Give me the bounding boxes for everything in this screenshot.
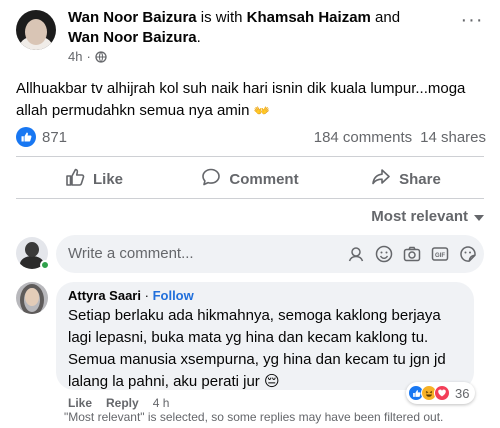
post-time-link[interactable]: 4h [68,49,82,64]
comment-label: Comment [229,170,299,188]
reactions-summary: 871 184 comments 14 shares [16,126,486,148]
comment-icon [201,167,221,191]
divider [16,156,484,157]
emoji-icon[interactable] [374,244,394,264]
comment-reactions[interactable]: 36 [406,382,476,404]
reaction-count[interactable]: 871 [42,129,67,146]
like-reaction-icon[interactable] [16,127,36,147]
comment-input[interactable]: Write a comment... GIF [56,235,484,273]
comment-actions: Like Reply 4 h [68,396,169,410]
globe-icon [95,50,107,63]
avatar-sticker-icon[interactable] [346,244,366,264]
post-actions: Like Comment Share [16,162,484,196]
tagged-user-link-2[interactable]: Wan Noor Baizura [68,29,197,46]
divider [16,198,484,199]
love-reaction-icon [434,385,450,401]
like-icon [65,167,85,191]
commenter-avatar[interactable] [16,282,48,314]
comment-composer: Write a comment... GIF [16,235,486,273]
filter-note: "Most relevant" is selected, so some rep… [64,410,444,424]
comment-separator: · [144,288,149,303]
comment-reply-button[interactable]: Reply [106,396,139,410]
caret-down-icon [474,214,484,221]
comments-count-link[interactable]: 184 comments [314,129,412,146]
share-button[interactable]: Share [328,162,484,196]
online-status-dot [40,260,50,270]
comment-placeholder: Write a comment... [68,245,194,262]
svg-text:GIF: GIF [435,253,445,259]
comment-bubble: Attyra Saari · Follow Setiap berlaku ada… [56,282,474,390]
post-text: Allhuakbar tv alhijrah kol suh naik hari… [16,78,486,122]
sticker-icon[interactable] [458,244,478,264]
share-icon [371,167,391,191]
like-label: Like [92,170,123,188]
pensive-emoji: 😔 [263,373,280,390]
comment-time-link[interactable]: 4 h [153,396,170,410]
share-label: Share [399,170,441,188]
composer-tools: GIF [346,244,478,264]
post-body-text: Allhuakbar tv alhijrah kol suh naik hari… [16,80,466,119]
comment-reaction-count: 36 [455,385,470,401]
sort-label: Most relevant [371,208,468,225]
shares-count-link[interactable]: 14 shares [420,129,486,146]
open-hands-emoji: 👐 [253,103,270,118]
with-text: is with [200,9,243,26]
and-text: and [375,9,401,26]
camera-icon[interactable] [402,244,422,264]
more-icon[interactable]: ··· [458,10,486,34]
post-header: Wan Noor Baizura is with Khamsah Haizam … [16,8,486,64]
meta-separator: · [86,49,91,64]
author-avatar[interactable] [16,10,56,50]
follow-button[interactable]: Follow [153,288,194,303]
author-name-link[interactable]: Wan Noor Baizura [68,9,197,26]
comment-like-button[interactable]: Like [68,396,92,410]
comment-text-wrap: Setiap berlaku ada hikmahnya, semoga kak… [68,305,462,393]
like-button[interactable]: Like [16,162,172,196]
comment-text: Setiap berlaku ada hikmahnya, semoga kak… [68,307,446,390]
comment-sort-dropdown[interactable]: Most relevant [371,208,484,225]
header-period: . [196,29,201,46]
comment-button[interactable]: Comment [172,162,328,196]
commenter-name-link[interactable]: Attyra Saari [68,288,141,303]
post-meta: 4h · [68,49,107,64]
post-header-text: Wan Noor Baizura is with Khamsah Haizam … [68,8,428,48]
gif-icon[interactable]: GIF [430,244,450,264]
tagged-user-link-1[interactable]: Khamsah Haizam [247,9,371,26]
